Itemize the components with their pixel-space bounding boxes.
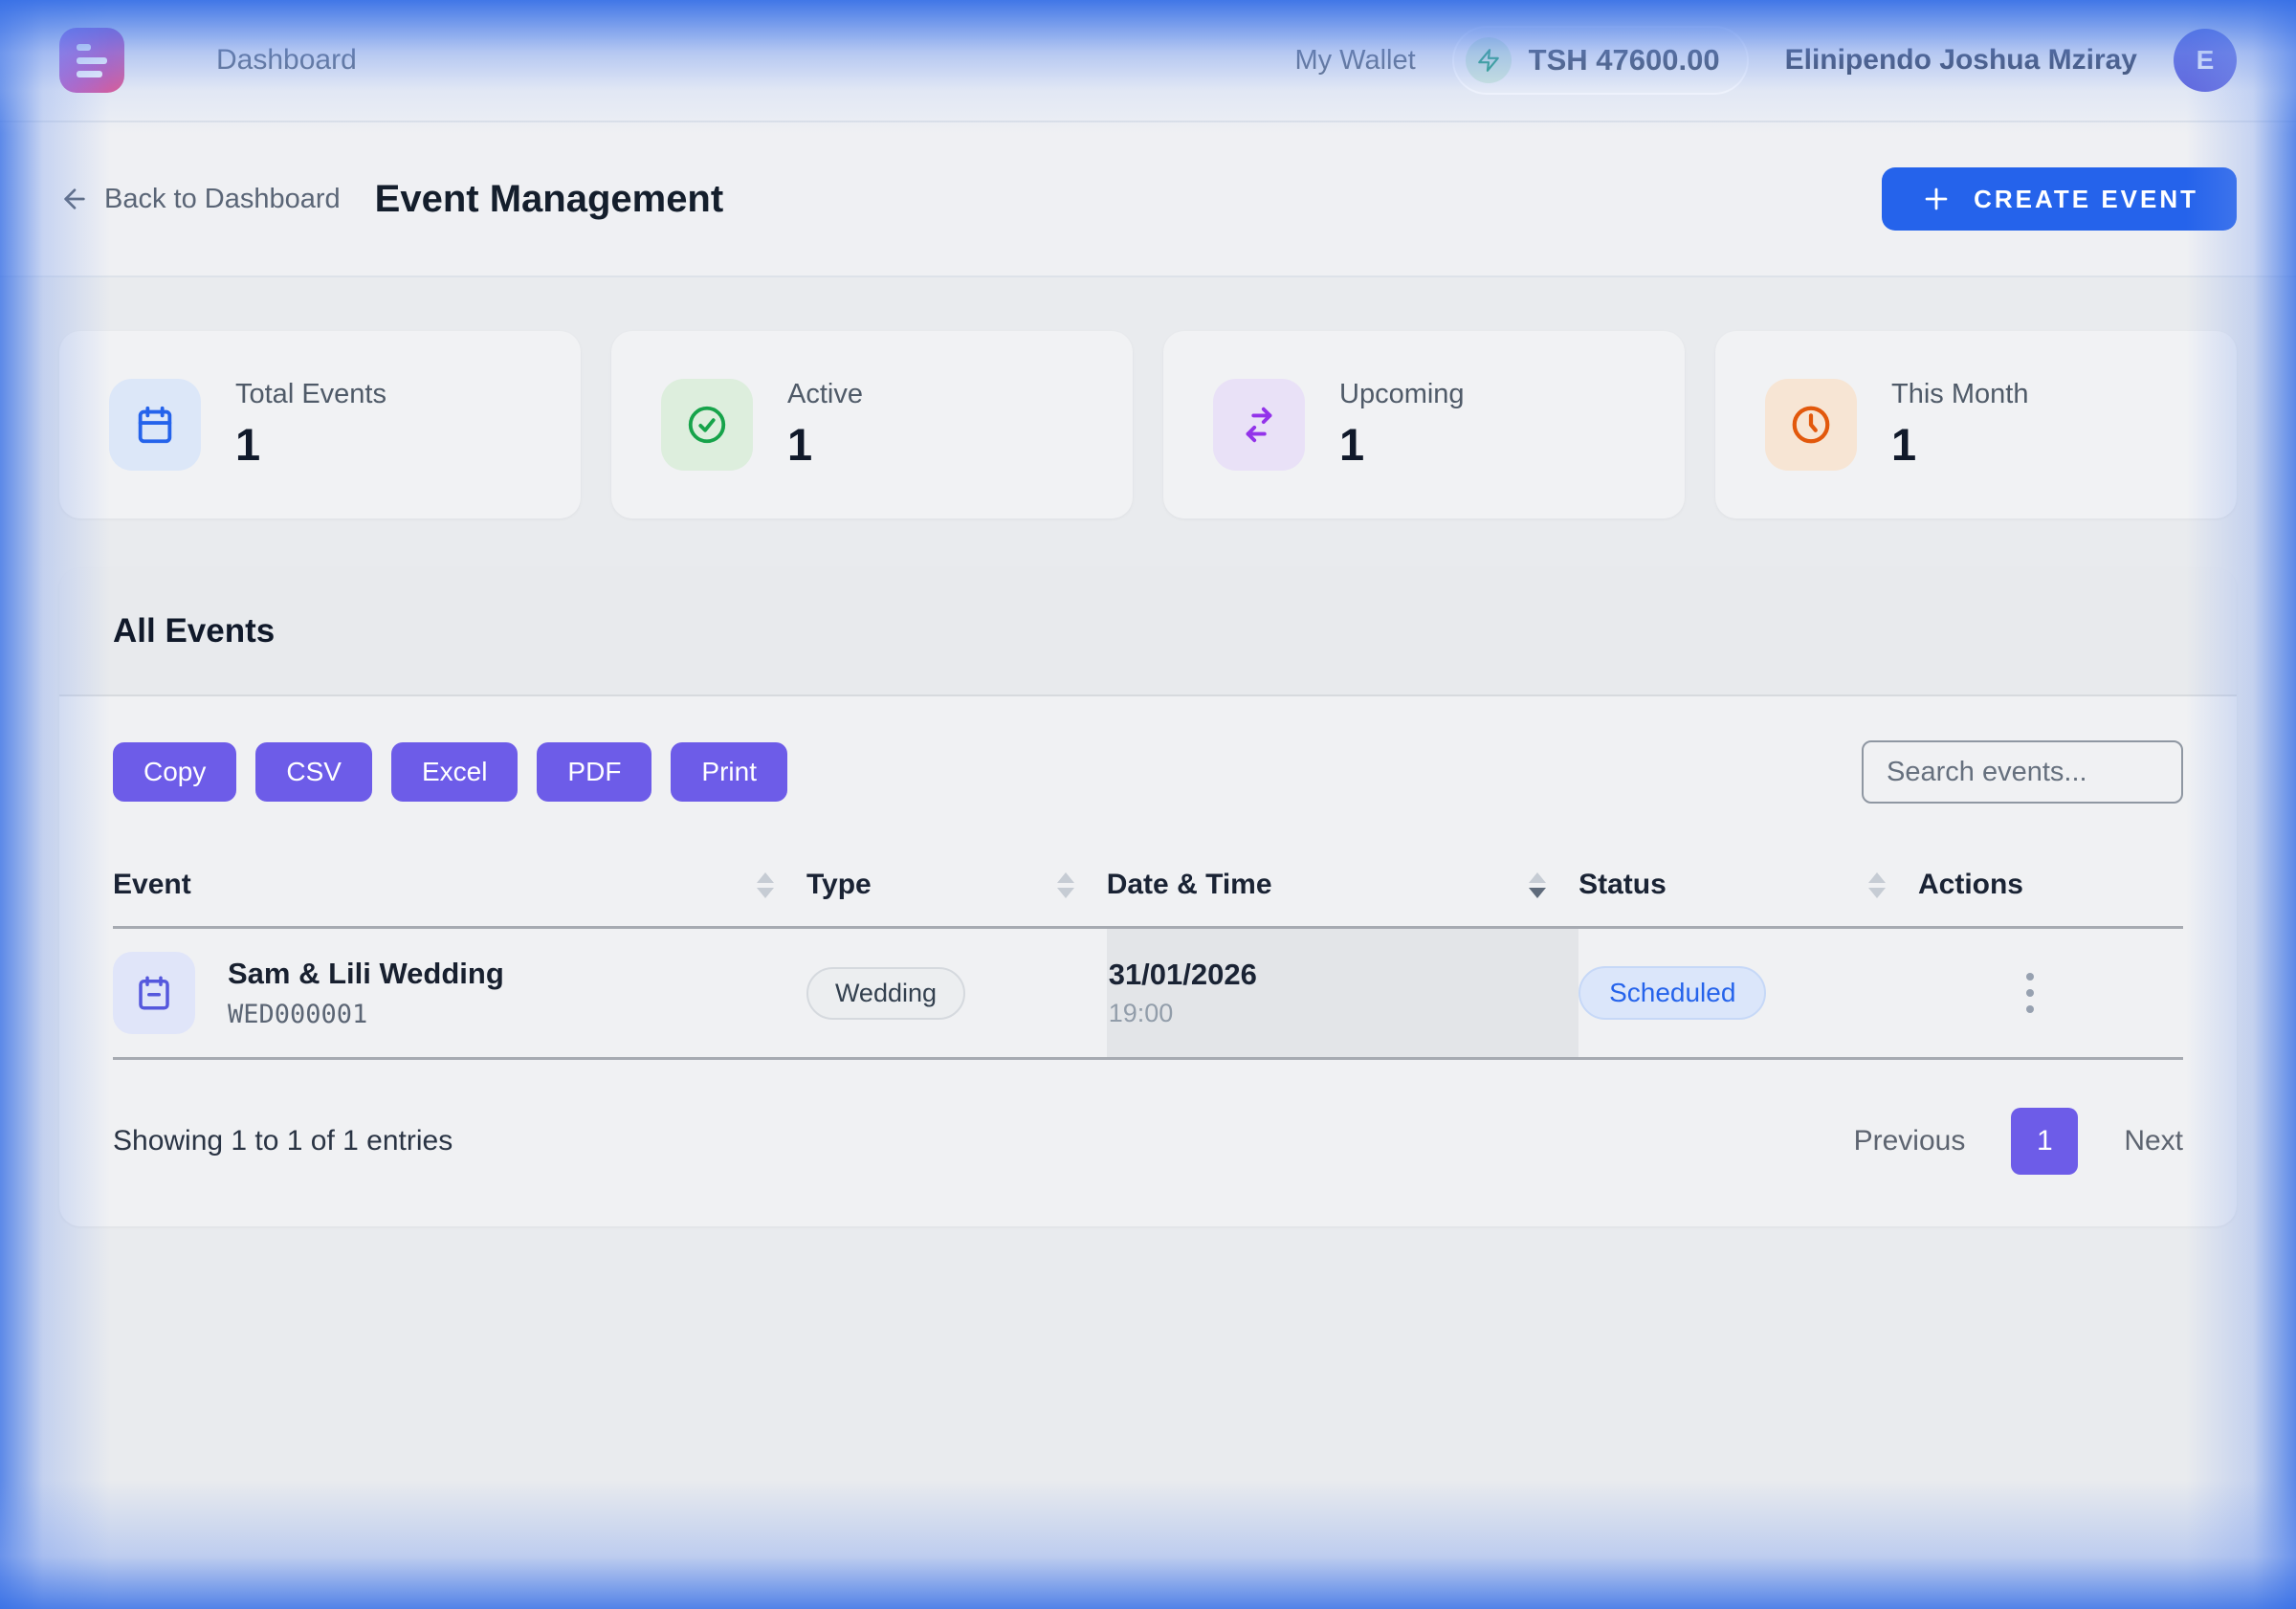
panel-body: Copy CSV Excel PDF Print Event T (59, 696, 2237, 1226)
create-event-button[interactable]: CREATE EVENT (1882, 167, 2237, 231)
status-badge: Scheduled (1578, 966, 1766, 1020)
row-actions-kebab-icon[interactable] (2020, 967, 2040, 1019)
all-events-panel: All Events Copy CSV Excel PDF Print Even… (59, 568, 2237, 1226)
avatar[interactable]: E (2174, 29, 2237, 92)
event-name: Sam & Lili Wedding (228, 957, 504, 991)
column-header-date-time[interactable]: Date & Time (1107, 848, 1578, 928)
export-buttons: Copy CSV Excel PDF Print (113, 742, 787, 802)
column-header-type[interactable]: Type (806, 848, 1107, 928)
stat-value: 1 (787, 418, 863, 471)
event-cell: Sam & Lili Wedding WED000001 (113, 952, 806, 1034)
table-footer: Showing 1 to 1 of 1 entries Previous 1 N… (113, 1108, 2183, 1175)
entries-summary: Showing 1 to 1 of 1 entries (113, 1125, 453, 1157)
brand: Dashboard (59, 28, 357, 93)
topnav: My Wallet TSH 47600.00 Elinipendo Joshua… (1294, 26, 2237, 95)
panel-title: All Events (113, 612, 2183, 650)
stat-card-this-month: This Month 1 (1715, 331, 2237, 518)
back-to-dashboard-link[interactable]: Back to Dashboard (59, 184, 341, 215)
date-time-cell: 31/01/2026 19:00 (1107, 928, 1578, 1059)
stats-row: Total Events 1 Active 1 Upcoming 1 (0, 277, 2296, 518)
excel-button[interactable]: Excel (391, 742, 518, 802)
my-wallet-link[interactable]: My Wallet (1294, 45, 1415, 77)
clock-icon (1765, 379, 1857, 471)
stat-label: This Month (1891, 379, 2028, 410)
stat-label: Total Events (235, 379, 386, 410)
current-page-button[interactable]: 1 (2011, 1108, 2078, 1175)
pagination: Previous 1 Next (1854, 1108, 2183, 1175)
sort-icon (757, 872, 774, 898)
next-page-button[interactable]: Next (2124, 1125, 2183, 1157)
table-row[interactable]: Sam & Lili Wedding WED000001 Wedding 31/… (113, 928, 2183, 1059)
panel-header: All Events (59, 568, 2237, 696)
stat-label: Active (787, 379, 863, 410)
plus-icon (1920, 183, 1953, 215)
event-type-badge: Wedding (806, 967, 965, 1020)
copy-button[interactable]: Copy (113, 742, 236, 802)
calendar-icon (109, 379, 201, 471)
app-logo-icon[interactable] (59, 28, 124, 93)
wallet-balance: TSH 47600.00 (1529, 43, 1720, 77)
stat-value: 1 (1339, 418, 1465, 471)
stat-card-total-events: Total Events 1 (59, 331, 581, 518)
pdf-button[interactable]: PDF (537, 742, 651, 802)
page-header: Back to Dashboard Event Management CREAT… (0, 122, 2296, 277)
stat-label: Upcoming (1339, 379, 1465, 410)
topbar: Dashboard My Wallet TSH 47600.00 Elinipe… (0, 0, 2296, 122)
topbar-dashboard-link[interactable]: Dashboard (216, 44, 357, 77)
column-header-status[interactable]: Status (1578, 848, 1918, 928)
page-title: Event Management (375, 178, 724, 221)
wallet-balance-pill[interactable]: TSH 47600.00 (1452, 26, 1749, 95)
bolt-icon (1466, 37, 1512, 83)
search-input[interactable] (1862, 740, 2183, 804)
table-header-row: Event Type Date & Time Status (113, 848, 2183, 928)
swap-arrows-icon (1213, 379, 1305, 471)
user-name[interactable]: Elinipendo Joshua Mziray (1785, 44, 2137, 77)
event-code: WED000001 (228, 1000, 504, 1029)
events-table: Event Type Date & Time Status (113, 848, 2183, 1060)
calendar-icon (113, 952, 195, 1034)
column-header-event[interactable]: Event (113, 848, 806, 928)
table-toolbar: Copy CSV Excel PDF Print (113, 740, 2183, 804)
stat-card-upcoming: Upcoming 1 (1163, 331, 1685, 518)
event-time: 19:00 (1109, 999, 1578, 1028)
event-date: 31/01/2026 (1109, 958, 1578, 992)
stat-value: 1 (235, 418, 386, 471)
csv-button[interactable]: CSV (255, 742, 372, 802)
sort-icon (1868, 872, 1886, 898)
sort-icon-active-desc (1529, 872, 1546, 898)
sort-icon (1057, 872, 1074, 898)
arrow-left-icon (59, 184, 90, 214)
stat-value: 1 (1891, 418, 2028, 471)
back-link-label: Back to Dashboard (104, 184, 341, 215)
create-event-label: CREATE EVENT (1974, 185, 2198, 214)
check-circle-icon (661, 379, 753, 471)
stat-card-active: Active 1 (611, 331, 1133, 518)
previous-page-button[interactable]: Previous (1854, 1125, 1966, 1157)
column-header-actions: Actions (1918, 848, 2183, 928)
print-button[interactable]: Print (671, 742, 787, 802)
